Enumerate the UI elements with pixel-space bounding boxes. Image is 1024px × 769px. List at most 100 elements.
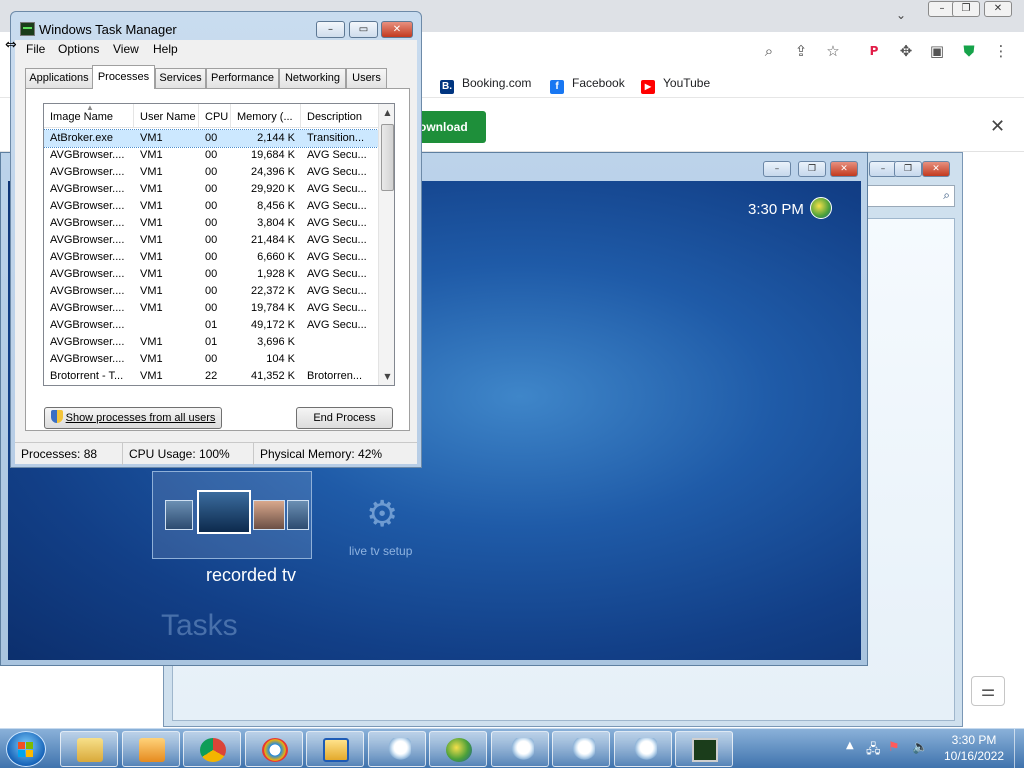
- menu-file[interactable]: File: [26, 42, 45, 56]
- taskbar-button[interactable]: [306, 731, 364, 767]
- column-user-name[interactable]: User Name: [134, 104, 199, 128]
- download-button[interactable]: ownload: [413, 111, 486, 143]
- gear-icon[interactable]: ⚙: [366, 494, 398, 535]
- tab-networking[interactable]: Networking: [279, 68, 346, 88]
- taskbar-button[interactable]: [614, 731, 672, 767]
- tab-performance[interactable]: Performance: [206, 68, 279, 88]
- back-restore-button[interactable]: ❐: [894, 161, 922, 177]
- recording-thumbnail[interactable]: [165, 500, 193, 530]
- windows-media-center-icon: [446, 738, 472, 762]
- table-row[interactable]: AVGBrowser.... VM1 00 19,684 K AVG Secu...: [44, 147, 378, 164]
- recording-thumbnail[interactable]: [287, 500, 309, 530]
- recorded-tv-label[interactable]: recorded tv: [206, 565, 296, 586]
- taskbar-button[interactable]: [491, 731, 549, 767]
- table-row[interactable]: AVGBrowser.... VM1 00 19,784 K AVG Secu...: [44, 300, 378, 317]
- close-banner-icon[interactable]: ✕: [990, 116, 1005, 137]
- side-panel-icon[interactable]: ▣: [926, 40, 948, 62]
- table-row[interactable]: Brotorrent - T... VM1 22 41,352 K Brotorren.…: [44, 368, 378, 385]
- zoom-icon[interactable]: ⌕: [758, 40, 780, 62]
- scroll-down-icon[interactable]: ▼: [379, 368, 394, 385]
- show-all-processes-button[interactable]: Show processes from all users: [44, 407, 222, 429]
- tasks-label[interactable]: Tasks: [161, 609, 238, 643]
- back-minimize-button[interactable]: –: [869, 161, 897, 177]
- taskbar-button[interactable]: [183, 731, 241, 767]
- app-icon: [262, 738, 288, 762]
- browser-menu-icon[interactable]: ⋮: [990, 40, 1012, 62]
- taskbar-button[interactable]: [675, 731, 733, 767]
- share-icon[interactable]: ⇪: [790, 40, 812, 62]
- security-shield-icon[interactable]: ⛊: [958, 40, 980, 62]
- tab-users[interactable]: Users: [346, 68, 387, 88]
- menu-options[interactable]: Options: [58, 42, 99, 56]
- end-process-button[interactable]: End Process: [296, 407, 393, 429]
- table-row[interactable]: AVGBrowser.... 01 49,172 K AVG Secu...: [44, 317, 378, 334]
- mc-minimize-button[interactable]: –: [763, 161, 791, 177]
- table-row[interactable]: AtBroker.exe VM1 00 2,144 K Transition...: [44, 129, 379, 148]
- taskbar-button[interactable]: [122, 731, 180, 767]
- table-row[interactable]: AVGBrowser.... VM1 00 8,456 K AVG Secu...: [44, 198, 378, 215]
- column-memory[interactable]: Memory (...: [231, 104, 301, 128]
- network-icon[interactable]: 🖧: [866, 740, 881, 762]
- taskbar-button[interactable]: [60, 731, 118, 767]
- taskbar-clock[interactable]: 3:30 PM 10/16/2022: [936, 732, 1012, 764]
- show-hidden-icons-icon[interactable]: ▲: [846, 740, 854, 751]
- mc-close-button[interactable]: ✕: [830, 161, 858, 177]
- bookmark-facebook[interactable]: f Facebook: [550, 76, 625, 94]
- bookmark-youtube[interactable]: ▶ YouTube: [641, 76, 710, 94]
- back-close-button[interactable]: ✕: [922, 161, 950, 177]
- action-center-icon[interactable]: ⚑: [888, 740, 900, 755]
- sort-ascending-icon: ▲: [86, 104, 94, 112]
- taskbar-button[interactable]: [368, 731, 426, 767]
- close-button[interactable]: ✕: [381, 21, 413, 38]
- chrome-icon: [200, 738, 226, 762]
- table-row[interactable]: AVGBrowser.... VM1 00 29,920 K AVG Secu...: [44, 181, 378, 198]
- table-row[interactable]: AVGBrowser.... VM1 00 6,660 K AVG Secu...: [44, 249, 378, 266]
- media-center-orb-icon[interactable]: [810, 197, 832, 219]
- volume-icon[interactable]: 🔈: [912, 740, 928, 755]
- show-desktop-button[interactable]: [1014, 729, 1024, 769]
- tab-search-chevron-icon[interactable]: ⌄: [896, 8, 906, 22]
- start-button[interactable]: [6, 731, 46, 767]
- tab-processes[interactable]: Processes: [92, 65, 155, 89]
- browser-close-button[interactable]: ✕: [984, 1, 1012, 17]
- cell-mem: 21,484 K: [250, 234, 295, 246]
- menu-help[interactable]: Help: [153, 42, 178, 56]
- table-row[interactable]: AVGBrowser.... VM1 00 22,372 K AVG Secu...: [44, 283, 378, 300]
- maximize-button[interactable]: ▭: [349, 21, 378, 38]
- live-tv-setup-label[interactable]: live tv setup: [349, 544, 412, 558]
- column-cpu[interactable]: CPU: [199, 104, 231, 128]
- extensions-puzzle-icon[interactable]: ✥: [895, 40, 917, 62]
- table-row[interactable]: AVGBrowser.... VM1 00 1,928 K AVG Secu...: [44, 266, 378, 283]
- bookmark-star-icon[interactable]: ☆: [822, 40, 844, 62]
- scroll-up-icon[interactable]: ▲: [379, 104, 394, 121]
- recording-thumbnail[interactable]: [253, 500, 285, 530]
- table-row[interactable]: AVGBrowser.... VM1 00 3,804 K AVG Secu...: [44, 215, 378, 232]
- cell-image: AVGBrowser....: [50, 251, 125, 263]
- scrollbar-thumb[interactable]: [381, 124, 394, 191]
- table-row[interactable]: AVGBrowser.... VM1 00 24,396 K AVG Secu...: [44, 164, 378, 181]
- filter-sliders-button[interactable]: ⚌: [971, 676, 1005, 706]
- cell-mem: 2,144 K: [257, 132, 295, 144]
- tab-services[interactable]: Services: [155, 68, 206, 88]
- vertical-scrollbar[interactable]: ▲ ▼: [378, 104, 394, 385]
- mc-restore-button[interactable]: ❐: [798, 161, 826, 177]
- back-search-input[interactable]: ⌕: [867, 185, 955, 207]
- column-image-name[interactable]: ▲ Image Name: [44, 104, 134, 128]
- tab-applications[interactable]: Applications: [25, 68, 93, 88]
- browser-restore-button[interactable]: ❐: [952, 1, 980, 17]
- recorded-tv-strip[interactable]: [152, 471, 312, 559]
- window-app-icon: [323, 738, 349, 762]
- process-list[interactable]: ▲ Image Name User Name CPU Memory (... De…: [43, 103, 395, 386]
- taskbar-button[interactable]: [429, 731, 487, 767]
- column-description[interactable]: Description: [301, 104, 378, 128]
- bookmark-booking[interactable]: B. Booking.com: [440, 76, 531, 94]
- menu-view[interactable]: View: [113, 42, 139, 56]
- table-row[interactable]: AVGBrowser.... VM1 00 21,484 K AVG Secu...: [44, 232, 378, 249]
- minimize-button[interactable]: –: [316, 21, 345, 38]
- recording-thumbnail-selected[interactable]: [197, 490, 251, 534]
- table-row[interactable]: AVGBrowser.... VM1 01 3,696 K: [44, 334, 378, 351]
- taskbar-button[interactable]: [552, 731, 610, 767]
- extension-p-icon[interactable]: P: [863, 40, 885, 62]
- table-row[interactable]: AVGBrowser.... VM1 00 104 K: [44, 351, 378, 368]
- taskbar-button[interactable]: [245, 731, 303, 767]
